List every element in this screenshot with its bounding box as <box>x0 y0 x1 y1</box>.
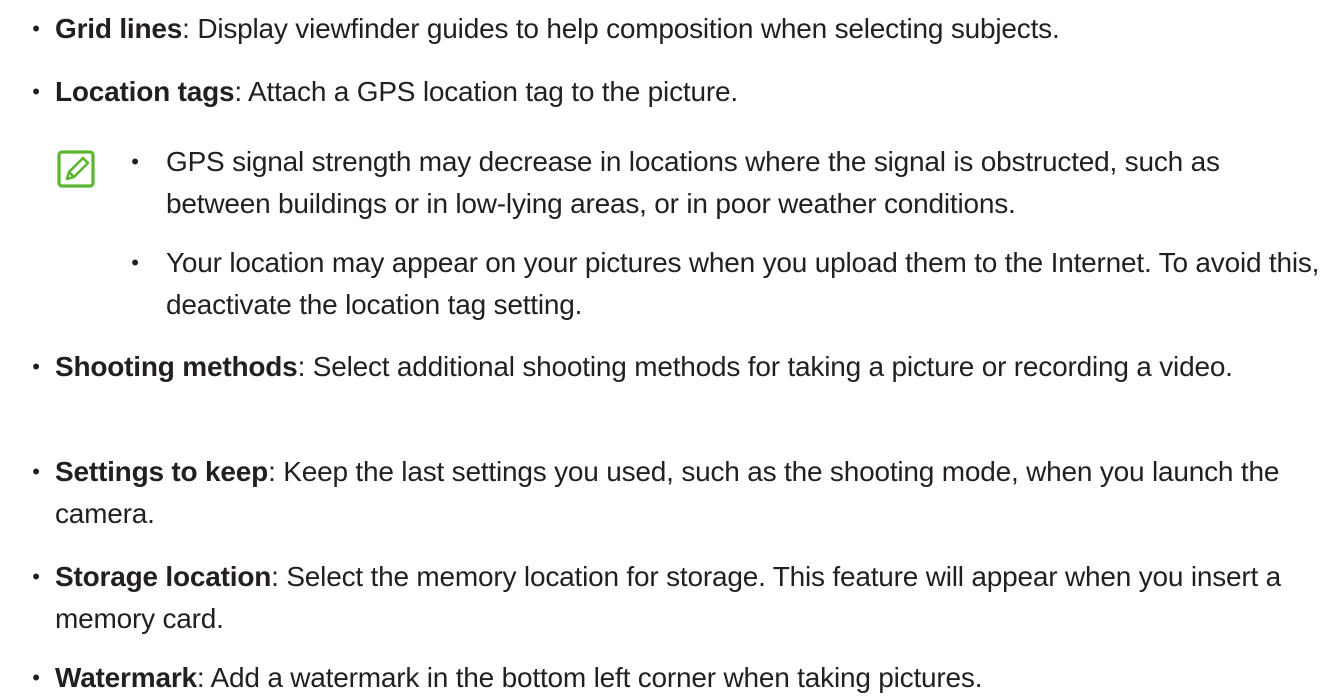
note-item: • GPS signal strength may decrease in lo… <box>0 141 1336 225</box>
list-item-storage-location: • Storage location: Select the memory lo… <box>0 556 1336 640</box>
term: Storage location <box>55 561 272 592</box>
term: Grid lines <box>55 13 183 44</box>
bullet: • <box>32 16 40 41</box>
bullet: • <box>32 665 40 690</box>
description: : Attach a GPS location tag to the pictu… <box>234 76 738 107</box>
list-item-watermark: • Watermark: Add a watermark in the bott… <box>0 657 1336 699</box>
description: : Display viewfinder guides to help comp… <box>182 13 1060 44</box>
list-item-location-tags: • Location tags: Attach a GPS location t… <box>0 71 1336 113</box>
bullet: • <box>32 79 40 104</box>
list-item-text: Location tags: Attach a GPS location tag… <box>55 71 1330 113</box>
bullet: • <box>131 149 139 174</box>
list-item-grid-lines: • Grid lines: Display viewfinder guides … <box>0 8 1336 50</box>
list-item-shooting-methods: • Shooting methods: Select additional sh… <box>0 346 1336 430</box>
list-item-text: Shooting methods: Select additional shoo… <box>55 346 1330 388</box>
list-item-text: Watermark: Add a watermark in the bottom… <box>55 657 1330 699</box>
description: : Add a watermark in the bottom left cor… <box>196 662 983 693</box>
term: Settings to keep <box>55 456 269 487</box>
description: : Select additional shooting methods for… <box>297 351 1233 382</box>
bullet: • <box>32 354 40 379</box>
bullet: • <box>32 564 40 589</box>
term: Watermark <box>55 662 197 693</box>
bullet: • <box>32 459 40 484</box>
list-item-text: Grid lines: Display viewfinder guides to… <box>55 8 1330 50</box>
note-text: GPS signal strength may decrease in loca… <box>166 146 1220 219</box>
list-item-text: Storage location: Select the memory loca… <box>55 556 1330 640</box>
note-item: • Your location may appear on your pictu… <box>0 242 1336 326</box>
note-block: • GPS signal strength may decrease in lo… <box>0 141 1336 326</box>
list-item-settings-to-keep: • Settings to keep: Keep the last settin… <box>0 451 1336 535</box>
note-text: Your location may appear on your picture… <box>166 247 1320 320</box>
bullet: • <box>131 250 139 275</box>
term: Location tags <box>55 76 235 107</box>
manual-page: • Grid lines: Display viewfinder guides … <box>0 0 1336 700</box>
list-item-text: Settings to keep: Keep the last settings… <box>55 451 1330 535</box>
term: Shooting methods <box>55 351 298 382</box>
